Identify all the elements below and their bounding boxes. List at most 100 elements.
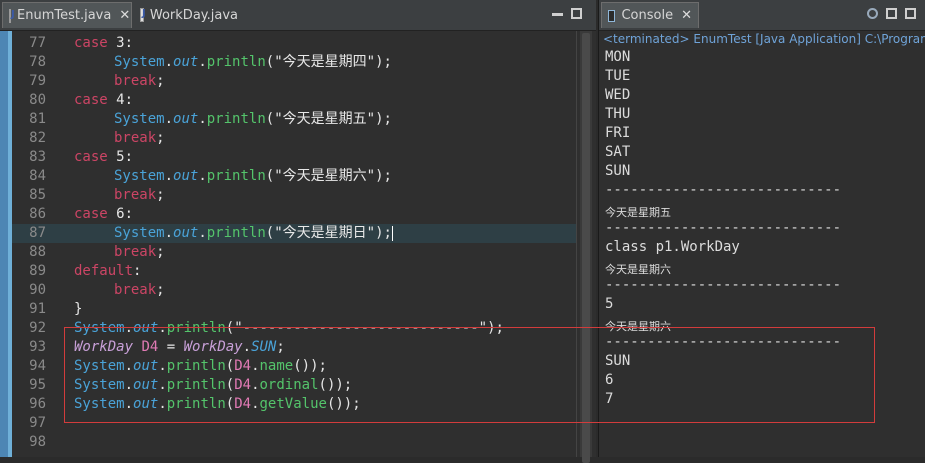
editor-scrollbar[interactable] [580,31,592,463]
console-output-line: 今天是星期五 [605,206,671,219]
code-token: println [166,358,226,374]
code-line[interactable]: 92 System.out.println("------------------… [12,319,576,338]
scrollbar-thumb[interactable] [582,33,590,463]
code-token: . [124,358,134,374]
console-output-line: FRI [605,125,631,141]
line-number: 96 [29,396,46,412]
code-line[interactable]: 89 default: [12,262,576,281]
code-token: out [173,54,199,70]
line-number: 86 [29,206,46,222]
minimize-icon[interactable] [552,8,563,16]
code-token: ; [156,73,165,89]
code-line[interactable]: 97 [12,414,576,433]
code-text: default: [74,262,141,281]
console-window-controls [867,8,916,19]
code-token: break [114,282,157,298]
code-text: WorkDay D4 = WorkDay.SUN; [74,338,285,357]
code-line[interactable]: 80 case 4: [12,91,576,110]
maximize-icon[interactable] [886,8,897,19]
code-line[interactable]: 81 System.out.println("今天是星期五"); [12,110,576,129]
code-token: . [164,168,174,184]
code-line[interactable]: 83 case 5: [12,148,576,167]
code-token: . [164,54,174,70]
code-text: System.out.println("今天是星期六"); [114,167,392,186]
code-line[interactable]: 82 break; [12,129,576,148]
code-token: ); [375,54,392,70]
line-number: 92 [29,320,46,336]
console-output-line: ---------------------------- [605,220,842,236]
console-output-line: 今天是星期六 [605,320,671,333]
code-line[interactable]: 96 System.out.println(D4.getValue()); [12,395,576,414]
code-token: . [124,377,134,393]
code-text: case 3: [74,34,133,53]
code-token: . [124,320,134,336]
java-file-icon [9,8,15,23]
code-line[interactable]: 85 break; [12,186,576,205]
code-token: . [158,377,167,393]
code-line[interactable]: 90 break; [12,281,576,300]
code-token: . [198,111,207,127]
console-output-line: ---------------------------- [605,277,842,293]
maximize-icon[interactable] [571,8,582,19]
code-area[interactable]: 77 case 3: 78 System.out.println("今天是星期四");… [12,31,576,457]
code-token: = [158,339,184,355]
code-token: println [166,320,226,336]
console-output-line: SUN [605,353,631,369]
code-line[interactable]: 77 case 3: [12,34,576,53]
terminated-status: <terminated> EnumTest [Java Application]… [603,32,925,46]
code-token: "今天是星期六" [274,168,376,184]
pin-console-icon[interactable] [867,8,878,19]
code-line[interactable]: 94 System.out.println(D4.name()); [12,357,576,376]
close-icon[interactable]: ✕ [681,8,692,23]
code-text: System.out.println(D4.ordinal()); [74,376,352,395]
code-token: System [114,225,165,241]
code-token: out [173,111,199,127]
console-icon [608,9,616,22]
code-token: SUN [251,339,277,355]
code-token: . [198,225,207,241]
code-token: "----------------------------" [234,320,488,336]
restore-icon[interactable] [905,8,916,19]
code-line[interactable]: 98 [12,433,576,452]
console-output-line: 5 [605,296,614,312]
code-token: System [114,54,165,70]
console-output-line: WED [605,87,631,103]
tab-enumtest[interactable]: EnumTest.java ✕ [2,2,132,28]
code-token: println [166,396,226,412]
code-token: println [206,54,266,70]
code-line[interactable]: 78 System.out.println("今天是星期四"); [12,53,576,72]
code-text: System.out.println("--------------------… [74,319,504,338]
console-output-line: 今天是星期六 [605,263,671,276]
code-text: break; [114,243,165,262]
tab-label: WorkDay.java [149,7,238,23]
code-token: ; [156,244,165,260]
code-line[interactable]: 79 break; [12,72,576,91]
code-line[interactable]: 87 System.out.println("今天是星期日"); [12,224,576,243]
code-token: break [114,73,157,89]
code-token: case [74,92,108,108]
code-token: name [259,358,294,374]
close-icon[interactable]: ✕ [119,8,130,23]
editor-window-controls [552,8,582,19]
tab-workday[interactable]: WorkDay.java [134,2,244,28]
code-token: ); [375,225,392,241]
code-token: System [74,377,125,393]
java-file-icon [140,8,146,22]
tab-console[interactable]: Console ✕ [601,2,699,28]
console-tab-bar: Console ✕ [599,0,925,31]
code-token: "今天是星期五" [274,111,376,127]
code-line[interactable]: 86 case 6: [12,205,576,224]
code-token: out [173,168,199,184]
code-token: out [133,320,159,336]
code-token: System [74,320,125,336]
code-line[interactable]: 84 System.out.println("今天是星期六"); [12,167,576,186]
code-line[interactable]: 88 break; [12,243,576,262]
code-line[interactable]: 95 System.out.println(D4.ordinal()); [12,376,576,395]
line-number: 79 [29,73,46,89]
code-line[interactable]: 93 WorkDay D4 = WorkDay.SUN; [12,338,576,357]
code-token: . [242,339,252,355]
code-line[interactable]: 91} [12,300,576,319]
code-token: : [124,206,134,222]
code-token: ( [225,358,235,374]
code-token: ; [156,282,165,298]
